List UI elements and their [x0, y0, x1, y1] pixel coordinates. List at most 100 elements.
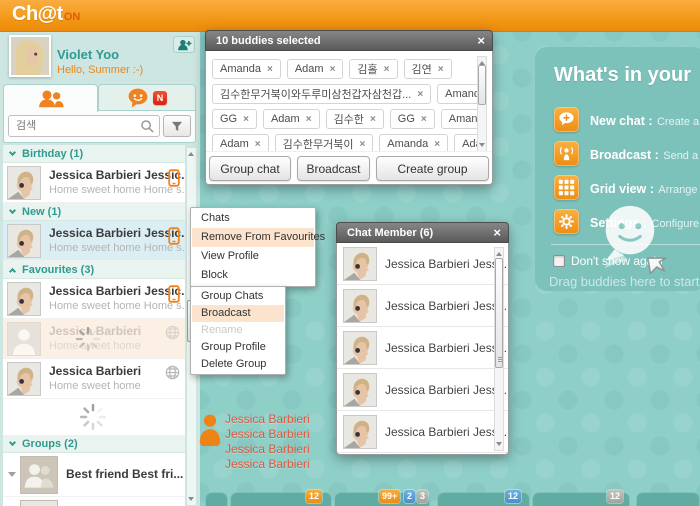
scrollbar-thumb[interactable] [478, 65, 486, 105]
tab-buddies[interactable] [3, 84, 98, 112]
scroll-up-icon[interactable] [188, 152, 194, 156]
panel-heading: What's in your [554, 64, 691, 86]
scroll-down-icon[interactable] [479, 143, 485, 147]
remove-chip-icon[interactable]: × [384, 64, 390, 75]
scroll-down-icon[interactable] [188, 497, 194, 501]
chip-row: GG × Adam × 김수한 × GG × Amanda× [212, 109, 478, 129]
member-row[interactable]: Jessica Barbieri Jessi... [337, 285, 508, 327]
buddy-chip[interactable]: Adam × [286, 59, 344, 79]
expand-arrow-icon[interactable] [8, 472, 16, 477]
close-icon[interactable]: × [493, 223, 501, 243]
chaton-app-window: Ch@tON Violet Yoo Hello, Summer :-) N 검색… [0, 0, 700, 506]
popup-titlebar[interactable]: 10 buddies selected × [205, 30, 493, 51]
buddy-row[interactable]: Jessica Barbieri Jessic... Home sweet ho… [3, 279, 185, 319]
buddy-row-selected[interactable]: Jessica Barbieri Jessic... Home sweet ho… [3, 221, 185, 261]
buddy-row[interactable]: Jessica Barbieri Home sweet home [3, 359, 185, 399]
popup-titlebar[interactable]: Chat Member (6) × [336, 222, 509, 243]
buddy-chip[interactable]: Amanda× [440, 109, 478, 129]
buddy-row-loading[interactable]: Jessica Barbieri Home sweet home [3, 319, 185, 359]
remove-chip-icon[interactable]: × [417, 89, 423, 100]
logo-suffix: ON [63, 11, 81, 23]
filter-button[interactable] [163, 115, 191, 137]
close-icon[interactable]: × [477, 31, 485, 51]
member-row[interactable]: Jessica Barbieri Jessi... [337, 327, 508, 369]
buddy-chip[interactable]: Adam × [262, 109, 320, 129]
popup-scrollbar[interactable] [477, 56, 487, 152]
member-row[interactable]: Jessica Barbieri Jessi... [337, 369, 508, 411]
buddy-chip[interactable]: GG × [212, 109, 257, 129]
feature-desc: Create a new [656, 116, 700, 128]
buddy-chip[interactable]: 김수한 × [325, 109, 384, 129]
section-groups[interactable]: Groups (2) [3, 435, 185, 453]
buddy-chip[interactable]: Amanda× [212, 59, 281, 79]
member-row[interactable]: Jessica Barbieri Jessi... [337, 411, 508, 453]
buddy-chip[interactable]: 김연 × [403, 59, 452, 79]
menu-item-chats[interactable]: Chats [192, 209, 314, 228]
feature-desc: Arrange chat [658, 184, 700, 196]
menu-item-remove-from-favourites[interactable]: Remove From Favourites [192, 228, 325, 247]
tab-chats[interactable]: N [98, 84, 196, 111]
menu-item-block[interactable]: Block [192, 266, 314, 285]
section-birthday[interactable]: Birthday (1) [3, 145, 185, 163]
remove-chip-icon[interactable]: × [255, 139, 261, 150]
remove-chip-icon[interactable]: × [359, 139, 365, 150]
remove-chip-icon[interactable]: × [370, 114, 376, 125]
create-group-button[interactable]: Create group [376, 156, 489, 181]
menu-item-broadcast[interactable]: Broadcast [192, 305, 284, 322]
search-input[interactable] [9, 116, 159, 136]
filter-icon [171, 121, 183, 131]
member-scrollbar[interactable] [494, 247, 504, 451]
member-row[interactable]: Jessica Barbieri Jessi... [337, 243, 508, 285]
remove-chip-icon[interactable]: × [243, 114, 249, 125]
broadcast-button[interactable]: Broadcast [297, 156, 370, 181]
section-favourites[interactable]: Favourites (3) [3, 261, 185, 279]
buddy-chip[interactable]: 김홀 × [349, 59, 398, 79]
avatar [343, 373, 377, 407]
my-status-message: Hello, Summer :-) [57, 64, 144, 76]
grid-view-icon [554, 175, 579, 200]
member-name: Jessica Barbieri Jessi... [385, 257, 509, 271]
dont-show-checkbox[interactable] [553, 255, 565, 267]
menu-item-group-profile[interactable]: Group Profile [192, 339, 284, 356]
web-icon [165, 365, 180, 380]
buddy-chip[interactable]: GG × [389, 109, 435, 129]
count-badge: 12 [607, 490, 624, 503]
add-buddy-button[interactable] [173, 36, 195, 53]
buddy-context-menu: Chats Remove From Favourites View Profil… [190, 207, 325, 287]
member-name: Jessica Barbieri Jessi... [385, 299, 509, 313]
gear-icon [554, 209, 579, 234]
my-profile-avatar[interactable] [9, 35, 51, 77]
count-badge: 12 [505, 490, 522, 503]
member-list: Jessica Barbieri Jessi... Jessica Barbie… [337, 243, 508, 453]
scroll-down-icon[interactable] [496, 442, 502, 446]
buddy-sidebar: Violet Yoo Hello, Summer :-) N Birthday … [0, 32, 200, 506]
section-new[interactable]: New (1) [3, 203, 185, 221]
dragged-buddy-name: Jessica Barbieri [225, 457, 310, 471]
chat-tab[interactable] [636, 492, 700, 506]
group-avatar [20, 456, 58, 494]
scrollbar-thumb[interactable] [495, 258, 503, 368]
chat-tab-small[interactable] [205, 492, 228, 506]
remove-chip-icon[interactable]: × [330, 64, 336, 75]
group-row[interactable]: Best friend Best fri... (222) [3, 453, 185, 497]
scroll-up-icon[interactable] [496, 252, 502, 256]
chip-label: GG [220, 113, 238, 125]
buddy-row[interactable]: Jessica Barbieri Jessic... Home sweet ho… [3, 163, 185, 203]
group-chat-button[interactable]: Group chat [209, 156, 291, 181]
count-badge: 2 [404, 490, 416, 503]
remove-chip-icon[interactable]: × [306, 114, 312, 125]
remove-chip-icon[interactable]: × [434, 139, 440, 150]
chaton-logo: Ch@tON [12, 3, 80, 26]
person-add-icon [177, 39, 191, 50]
dragged-buddy-name: Jessica Barbieri [225, 412, 310, 426]
buddy-chip[interactable]: 김수한무거북이와두루미삼천갑자삼천갑... × [212, 84, 432, 104]
remove-chip-icon[interactable]: × [267, 64, 273, 75]
menu-item-group-chats[interactable]: Group Chats [192, 288, 284, 305]
buddy-chip[interactable]: Amanda× [437, 84, 478, 104]
group-row[interactable]: Jessica Barbieri Jess... [3, 497, 185, 506]
remove-chip-icon[interactable]: × [421, 114, 427, 125]
remove-chip-icon[interactable]: × [438, 64, 444, 75]
menu-item-view-profile[interactable]: View Profile [192, 247, 314, 266]
smiley-stamp-cursor-icon [602, 204, 668, 275]
menu-item-delete-group[interactable]: Delete Group [192, 356, 284, 373]
